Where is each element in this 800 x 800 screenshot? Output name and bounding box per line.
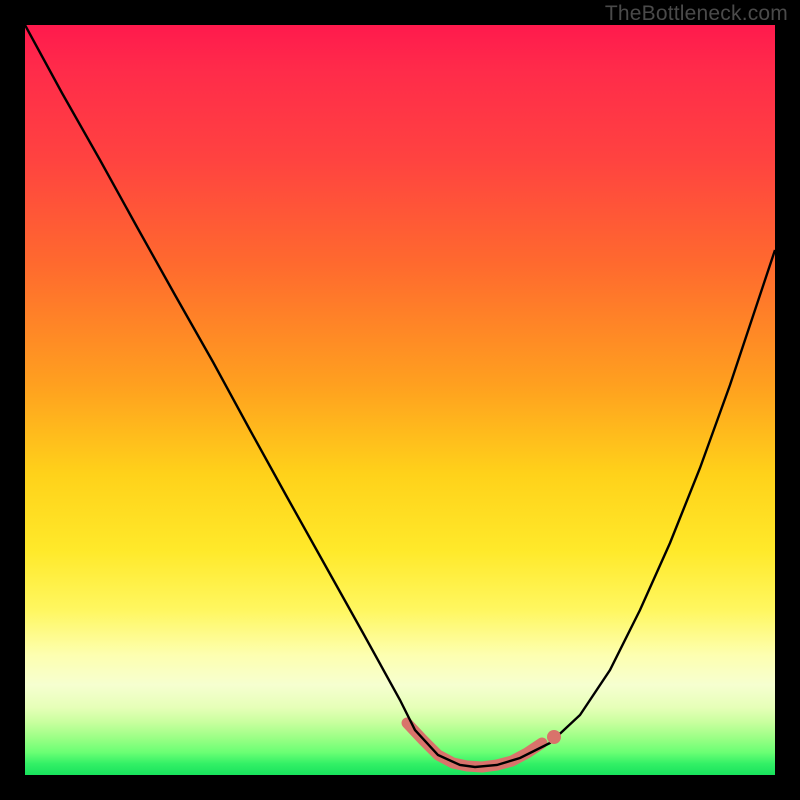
bottleneck-curve xyxy=(25,25,775,767)
watermark-text: TheBottleneck.com xyxy=(605,2,788,26)
plot-area xyxy=(25,25,775,775)
curve-svg xyxy=(25,25,775,775)
highlight-dot xyxy=(547,730,561,744)
chart-frame: TheBottleneck.com xyxy=(0,0,800,800)
